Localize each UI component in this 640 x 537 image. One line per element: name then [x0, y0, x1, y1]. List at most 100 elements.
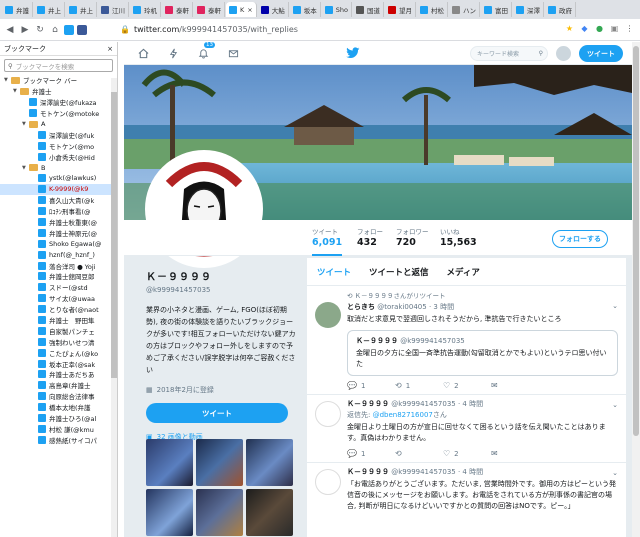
bookmark-item[interactable]: K-9999(@k9	[0, 183, 117, 195]
browser-tab[interactable]: 富田	[481, 2, 512, 17]
bookmark-item[interactable]: hznf(@_hznf_)	[0, 249, 117, 260]
bookmark-icon[interactable]	[64, 24, 74, 35]
stat-tweets[interactable]: ツイート 6,091	[312, 226, 343, 256]
extension-icon[interactable]: ●	[593, 22, 606, 35]
reply-button[interactable]: 💬 1	[347, 381, 395, 390]
messages-icon[interactable]	[222, 45, 244, 61]
browser-tab[interactable]: 玲机	[130, 2, 161, 17]
bookmark-item[interactable]: 感熱紙(サイコパ	[0, 434, 117, 445]
browser-tab[interactable]: 望月	[385, 2, 416, 17]
tweet-author-handle[interactable]: @k999941457035	[391, 400, 456, 408]
moments-icon[interactable]	[162, 45, 184, 61]
browser-tab[interactable]: 深澤	[513, 2, 544, 17]
media-thumbnail[interactable]	[196, 439, 243, 486]
chevron-down-icon[interactable]: ▼	[13, 88, 20, 94]
twitter-bird-icon[interactable]	[346, 46, 360, 60]
compose-tweet-button[interactable]: ツイート	[579, 45, 623, 62]
tweet-avatar[interactable]	[315, 401, 341, 427]
tweet-time[interactable]: · 3 時間	[429, 303, 454, 311]
account-avatar[interactable]	[556, 46, 571, 61]
bookmark-folder[interactable]: ▼ B	[0, 162, 117, 173]
browser-tab[interactable]: 坂本	[290, 2, 321, 17]
tweet-author-name[interactable]: Ｋ－９９９９	[347, 400, 389, 408]
chevron-down-icon[interactable]: ▼	[22, 121, 29, 127]
quoted-tweet[interactable]: Ｋ－９９９９ @k999941457035 金曜日の夕方に全国一斉準抗告運動(勾…	[347, 330, 618, 376]
bookmark-item[interactable]: 弁護士あだちあ	[0, 369, 117, 380]
bookmark-item[interactable]: こたぴょん(@ko	[0, 347, 117, 358]
star-icon[interactable]: ★	[563, 22, 576, 35]
close-icon[interactable]: ×	[107, 45, 113, 53]
tab-media[interactable]: メディア	[447, 266, 480, 278]
bookmark-item[interactable]: とりな者(@naot	[0, 304, 117, 315]
tab-tweets[interactable]: ツイート	[317, 266, 351, 278]
browser-tab[interactable]: Sho	[322, 2, 352, 17]
twitter-search-input[interactable]: キーワード検索 ⚲	[470, 46, 548, 61]
sidebar-scrollbar[interactable]	[111, 78, 117, 537]
bookmark-folder[interactable]: ▼ 弁護士	[0, 86, 117, 97]
reply-button[interactable]: 💬 1	[347, 449, 395, 458]
bookmark-item[interactable]: 深澤諭史(@fuk	[0, 129, 117, 140]
browser-tab[interactable]: 井上	[34, 2, 65, 17]
tweet-avatar[interactable]	[315, 302, 341, 328]
home-icon[interactable]	[132, 45, 154, 61]
browser-tab[interactable]: 政府	[545, 2, 576, 17]
bookmark-item[interactable]: 向原総合法律事	[0, 391, 117, 402]
stat-followers[interactable]: フォロワー 720	[396, 226, 429, 248]
page-scrollbar[interactable]	[632, 42, 640, 537]
browser-tab[interactable]: 国道	[353, 2, 384, 17]
tweet-author-name[interactable]: とらきち	[347, 303, 375, 311]
bookmark-icon[interactable]	[77, 24, 87, 35]
profile-name[interactable]: Ｋ－９９９９	[146, 268, 296, 283]
browser-tab[interactable]: 泰軒	[194, 2, 225, 17]
browser-tab[interactable]: ハン	[449, 2, 480, 17]
tweet-time[interactable]: · 4 時間	[458, 468, 483, 476]
tweet-author-name[interactable]: Ｋ－９９９９	[347, 468, 389, 476]
close-tab-icon[interactable]: ×	[247, 6, 252, 14]
bookmark-item[interactable]: モトケン(@mo	[0, 140, 117, 151]
bookmark-item[interactable]: 落合洋司 ● Yoji	[0, 260, 117, 271]
bookmark-item[interactable]: ystk(@lawkus)	[0, 173, 117, 184]
bookmark-item[interactable]: 高島章(弁護士	[0, 380, 117, 391]
bookmark-item[interactable]: 深澤諭史(@fukaza	[0, 97, 117, 108]
tweet[interactable]: ⟲ Ｋ－９９９９さんがリツイート ⌄ とらきち @toraki00405 · 3…	[307, 286, 626, 395]
media-thumbnail[interactable]	[196, 489, 243, 536]
replying-to-handle[interactable]: @dben82716007	[373, 411, 433, 419]
bookmark-item[interactable]: 強制わいせつ清	[0, 336, 117, 347]
chevron-down-icon[interactable]: ⌄	[612, 469, 618, 477]
chevron-down-icon[interactable]: ▼	[4, 77, 11, 83]
tweet[interactable]: ⌄ Ｋ－９９９９ @k999941457035 · 4 時間 返信先: @dbe…	[307, 395, 626, 463]
bookmark-search-input[interactable]: ⚲ ブックマークを検索	[4, 59, 113, 72]
media-thumbnail[interactable]	[246, 439, 293, 486]
reload-icon[interactable]: ↻	[34, 24, 46, 36]
browser-tab[interactable]: 弁護	[2, 2, 33, 17]
dm-button[interactable]: ✉	[491, 381, 539, 390]
bookmark-item[interactable]: Shoko Egawa(@	[0, 238, 117, 249]
retweet-button[interactable]: ⟲	[395, 449, 443, 458]
bookmark-item[interactable]: モトケン(@motoke	[0, 108, 117, 119]
media-thumbnail[interactable]	[146, 489, 193, 536]
retweet-button[interactable]: ⟲ 1	[395, 381, 443, 390]
bookmark-item[interactable]: サイ太(@uwaa	[0, 293, 117, 304]
bookmark-item[interactable]: 弁護士舘岡豆郎	[0, 271, 117, 282]
back-icon[interactable]: ◀	[4, 24, 16, 36]
bookmark-item[interactable]: 橋本太地(弁護	[0, 402, 117, 413]
media-thumbnail[interactable]	[146, 439, 193, 486]
bookmark-item[interactable]: 坂本正幸(@sak	[0, 358, 117, 369]
tab-tweets-and-replies[interactable]: ツイートと返信	[369, 266, 429, 278]
like-button[interactable]: ♡ 2	[443, 449, 491, 458]
like-button[interactable]: ♡ 2	[443, 381, 491, 390]
browser-tab[interactable]: K ×	[226, 2, 257, 17]
tweet-to-button[interactable]: ツイート	[146, 403, 288, 423]
bookmark-item[interactable]: 村松 謙(@kmu	[0, 424, 117, 435]
browser-tab[interactable]: 村松	[417, 2, 448, 17]
tweet-author-handle[interactable]: @k999941457035	[391, 468, 456, 476]
media-thumbnail[interactable]	[246, 489, 293, 536]
bookmark-item[interactable]: 喜久山大貴(@k	[0, 195, 117, 206]
bookmark-folder[interactable]: ▼ A	[0, 119, 117, 130]
tweet[interactable]: ⌄ Ｋ－９９９９ @k999941457035 · 4 時間 「お電話ありがとう…	[307, 463, 626, 516]
stat-likes[interactable]: いいね 15,563	[440, 226, 477, 248]
notifications-icon[interactable]: 13	[192, 42, 215, 61]
address-bar[interactable]: 🔒 twitter.com/k999941457035/with_replies	[120, 22, 460, 37]
forward-icon[interactable]: ▶	[19, 24, 31, 36]
bookmark-item[interactable]: 弁護士神原元(@	[0, 227, 117, 238]
